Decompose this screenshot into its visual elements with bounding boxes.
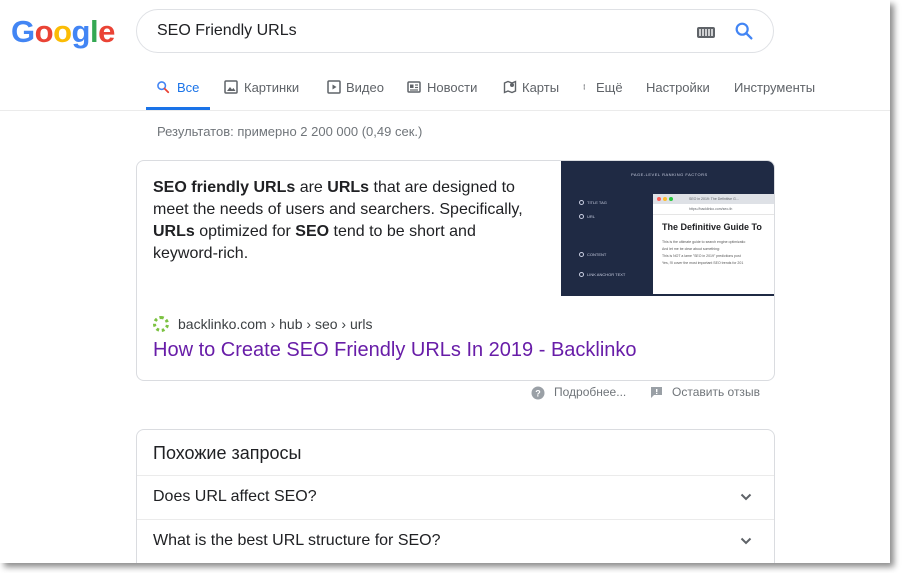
snippet-bold: URLs bbox=[153, 223, 195, 240]
tab-maps[interactable]: Карты bbox=[503, 70, 563, 110]
browser-window-preview: SEO in 2019: The Definitive G... https:/… bbox=[653, 194, 774, 294]
tab-label: Настройки bbox=[646, 80, 710, 95]
thumbnail-line: This is the ultimate guide to search eng… bbox=[662, 240, 746, 244]
thumbnail-label: CONTENT bbox=[587, 252, 607, 257]
news-icon bbox=[407, 81, 421, 93]
circle-icon bbox=[579, 214, 584, 219]
search-results-page: Google SEO Friendly URLs Все Картинки Ви… bbox=[0, 0, 890, 563]
cite-breadcrumb: backlinko.com › hub › seo › urls bbox=[178, 316, 373, 332]
logo-letter: g bbox=[71, 14, 91, 49]
map-icon bbox=[503, 80, 517, 94]
thumbnail-line: This is NOT a lame "SEO in 2019" predict… bbox=[662, 254, 741, 258]
svg-text:?: ? bbox=[535, 389, 541, 399]
logo-letter: o bbox=[53, 14, 72, 49]
circle-icon bbox=[579, 200, 584, 205]
snippet-thumbnail[interactable]: PAGE-LEVEL RANKING FACTORS TITLE TAG URL… bbox=[561, 161, 774, 296]
tab-all[interactable]: Все bbox=[146, 70, 210, 110]
snippet-bold: SEO bbox=[295, 223, 330, 240]
logo-letter: e bbox=[98, 14, 115, 49]
thumbnail-address: https://backlinko.com/seo-th bbox=[689, 207, 733, 211]
google-logo[interactable]: Google bbox=[11, 14, 115, 50]
thumbnail-tab-title: SEO in 2019: The Definitive G... bbox=[689, 197, 739, 201]
thumbnail-header: PAGE-LEVEL RANKING FACTORS bbox=[631, 172, 708, 177]
search-input[interactable]: SEO Friendly URLs bbox=[157, 22, 297, 40]
tab-label: Видео bbox=[346, 80, 384, 95]
related-question[interactable]: Does URL affect SEO? bbox=[137, 475, 774, 520]
thumbnail-line: And let me be clear about something: bbox=[662, 247, 720, 251]
tab-label: Картинки bbox=[244, 80, 300, 95]
more-info-label: Подробнее... bbox=[554, 385, 627, 399]
more-vert-icon bbox=[583, 84, 585, 90]
snippet-text-part: are bbox=[295, 179, 328, 196]
snippet-text-part: optimized for bbox=[194, 223, 296, 240]
tab-images[interactable]: Картинки bbox=[224, 70, 304, 110]
tab-label: Новости bbox=[427, 80, 478, 95]
tab-label: Все bbox=[177, 80, 200, 95]
question-text: What is the best URL structure for SEO? bbox=[153, 532, 441, 549]
tab-video[interactable]: Видео bbox=[327, 70, 387, 110]
search-icon[interactable] bbox=[733, 20, 755, 42]
help-icon: ? bbox=[531, 386, 545, 400]
tab-label: Ещё bbox=[596, 80, 623, 95]
snippet-bold: SEO friendly URLs bbox=[153, 179, 296, 196]
snippet-text: SEO friendly URLs are URLs that are desi… bbox=[153, 177, 533, 265]
search-icon bbox=[157, 81, 170, 94]
window-dot bbox=[669, 197, 673, 201]
window-dot bbox=[663, 197, 667, 201]
header-divider bbox=[0, 110, 890, 111]
logo-letter: G bbox=[11, 14, 35, 49]
tab-label: Карты bbox=[522, 80, 560, 95]
logo-letter: l bbox=[89, 14, 99, 49]
logo-letter: o bbox=[34, 14, 54, 49]
thumbnail-line: Yes, I'll cover the most important SEO t… bbox=[662, 261, 744, 265]
site-favicon-icon bbox=[153, 316, 169, 332]
featured-snippet: SEO friendly URLs are URLs that are desi… bbox=[136, 160, 775, 381]
snippet-bold: URLs bbox=[327, 179, 370, 196]
related-title: Похожие запросы bbox=[153, 443, 302, 463]
chevron-down-icon bbox=[740, 493, 752, 501]
result-title-link[interactable]: How to Create SEO Friendly URLs In 2019 … bbox=[153, 339, 637, 362]
thumbnail-label: LINK ANCHOR TEXT bbox=[587, 272, 626, 277]
related-questions: Похожие запросы Does URL affect SEO? Wha… bbox=[136, 429, 775, 563]
thumbnail-label: TITLE TAG bbox=[587, 200, 607, 205]
question-text: Does URL affect SEO? bbox=[153, 488, 317, 505]
tab-tools[interactable]: Инструменты bbox=[734, 70, 818, 110]
tab-news[interactable]: Новости bbox=[407, 70, 483, 110]
video-icon bbox=[327, 80, 341, 94]
thumbnail-heading: The Definitive Guide To bbox=[662, 222, 762, 232]
window-dot bbox=[657, 197, 661, 201]
search-box[interactable]: SEO Friendly URLs bbox=[136, 9, 774, 53]
tab-more[interactable]: Ещё bbox=[583, 70, 627, 110]
tab-settings[interactable]: Настройки bbox=[646, 70, 716, 110]
thumbnail-label: URL bbox=[587, 214, 596, 219]
keyboard-icon[interactable] bbox=[697, 27, 715, 38]
result-stats: Результатов: примерно 2 200 000 (0,49 се… bbox=[157, 124, 423, 139]
feedback-label: Оставить отзыв bbox=[672, 385, 760, 399]
chevron-down-icon bbox=[740, 537, 752, 545]
related-question[interactable]: What is the best URL structure for SEO? bbox=[137, 519, 774, 563]
circle-icon bbox=[579, 252, 584, 257]
feedback-icon bbox=[651, 387, 662, 398]
tab-label: Инструменты bbox=[734, 80, 816, 95]
image-icon bbox=[224, 80, 238, 94]
circle-icon bbox=[579, 272, 584, 277]
